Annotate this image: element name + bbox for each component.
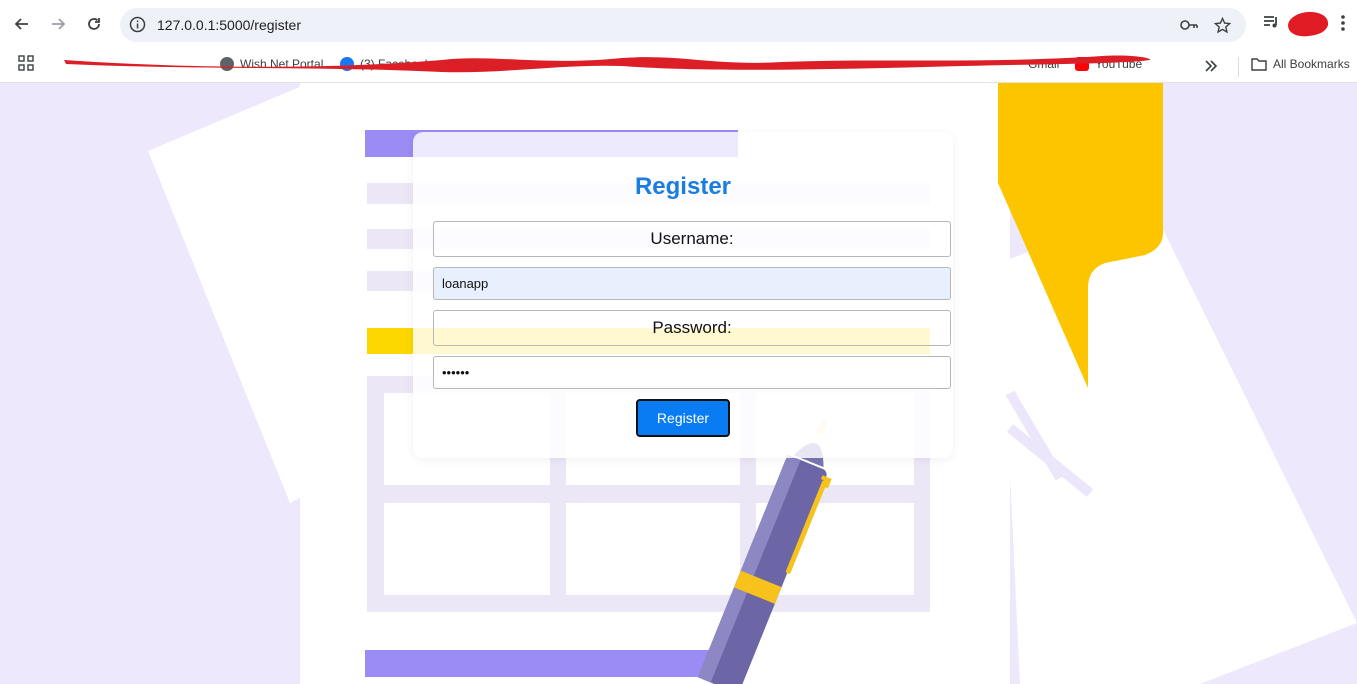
password-key-icon[interactable] xyxy=(1180,16,1198,34)
password-input[interactable]: •••••• xyxy=(433,356,951,389)
redaction-scribble xyxy=(64,55,1151,73)
page-content: Register Username: loanapp Password: •••… xyxy=(0,83,1357,684)
register-card: Register Username: loanapp Password: •••… xyxy=(413,132,953,458)
all-bookmarks-folder[interactable]: All Bookmarks xyxy=(1251,57,1350,71)
address-bar[interactable]: 127.0.0.1:5000/register xyxy=(120,8,1246,42)
forward-icon[interactable] xyxy=(46,12,70,36)
username-input[interactable]: loanapp xyxy=(433,267,951,300)
password-label: Password: xyxy=(433,310,951,346)
folder-icon xyxy=(1251,58,1267,71)
media-queue-icon[interactable] xyxy=(1263,14,1279,35)
bookmark-star-icon[interactable] xyxy=(1213,16,1231,34)
form-title: Register xyxy=(634,173,732,200)
menu-kebab-icon[interactable] xyxy=(1340,14,1346,37)
back-icon[interactable] xyxy=(10,12,34,36)
profile-avatar[interactable] xyxy=(1286,9,1330,39)
apps-grid-icon[interactable] xyxy=(18,55,34,76)
divider xyxy=(1238,57,1239,77)
site-info-icon[interactable] xyxy=(129,16,146,38)
more-bookmarks-icon[interactable] xyxy=(1204,59,1218,77)
url-text[interactable]: 127.0.0.1:5000/register xyxy=(157,17,301,33)
register-button[interactable]: Register xyxy=(636,399,730,437)
browser-toolbar: 127.0.0.1:5000/register xyxy=(0,0,1357,50)
reload-icon[interactable] xyxy=(82,12,106,36)
username-label: Username: xyxy=(433,221,951,257)
